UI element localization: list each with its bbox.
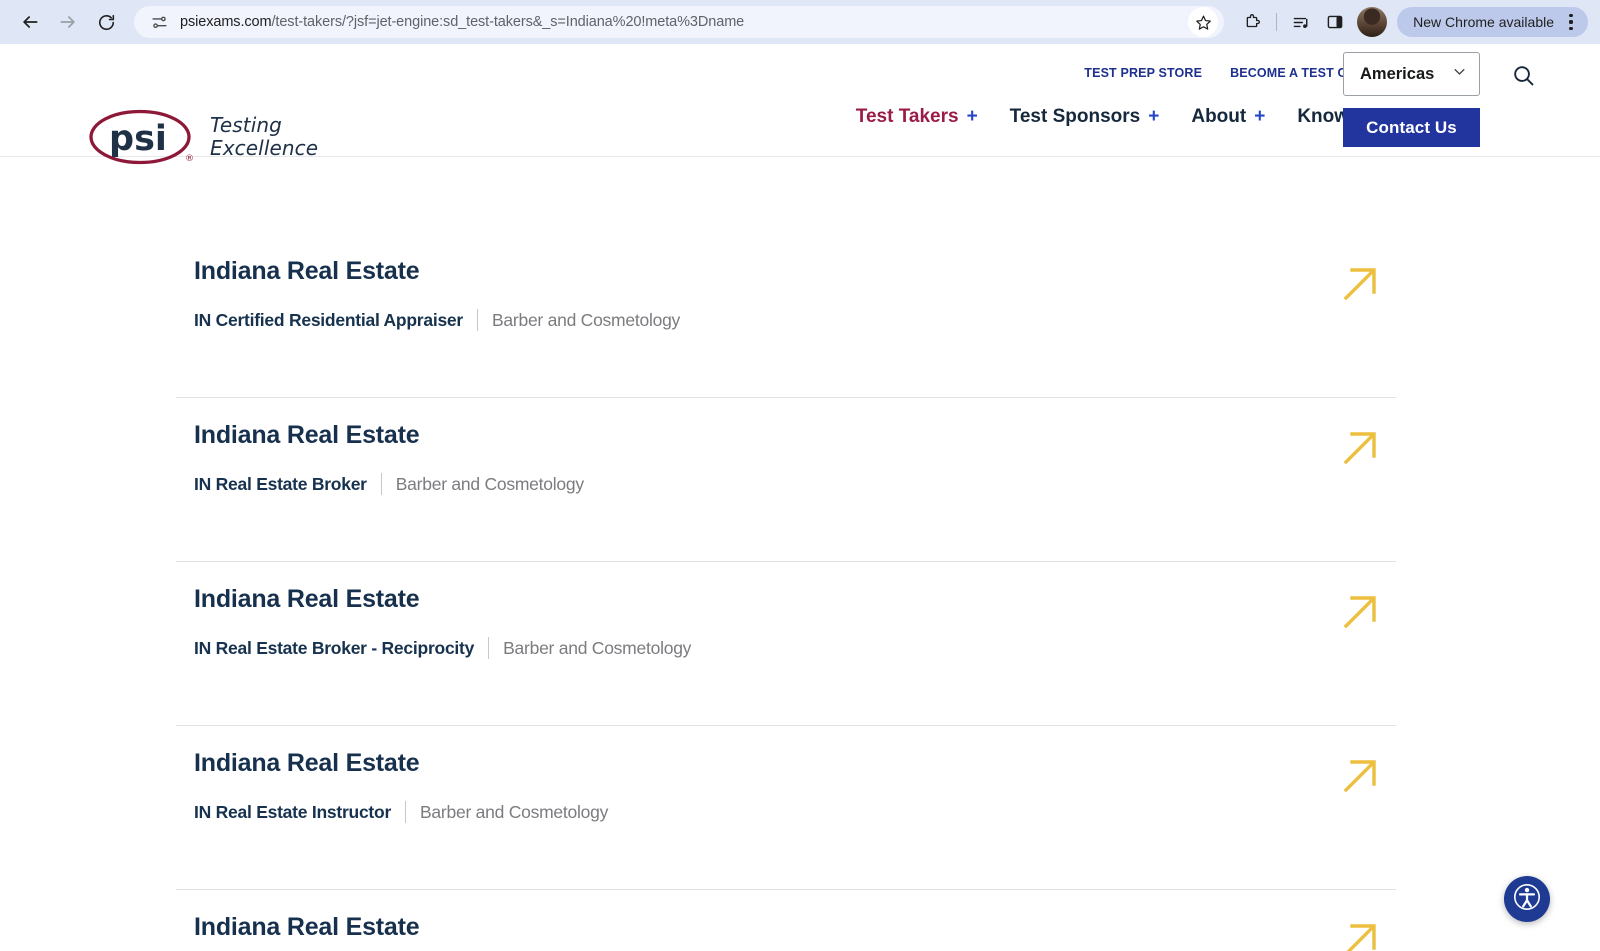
url-path: /test-takers/?jsf=jet-engine:sd_test-tak… [271,14,744,30]
search-icon[interactable] [1506,58,1540,92]
result-row[interactable]: Indiana Real Estate IN Real Estate Instr… [176,726,1396,890]
psi-logo-mark: psi ® [86,106,196,168]
site-header: psi ® Testing Excellence TEST PREP STORE… [0,44,1600,157]
psi-logo[interactable]: psi ® Testing Excellence [86,106,318,168]
result-title: Indiana Real Estate [194,256,1396,287]
profile-avatar[interactable] [1357,7,1387,37]
url-text: psiexams.com/test-takers/?jsf=jet-engine… [180,14,1184,30]
nav-item-test-sponsors[interactable]: Test Sponsors + [1010,106,1160,128]
chrome-update-label: New Chrome available [1413,14,1554,30]
result-title: Indiana Real Estate [194,420,1396,451]
svg-text:®: ® [185,154,194,164]
result-exam-name: IN Certified Residential Appraiser [194,310,463,331]
result-title: Indiana Real Estate [194,584,1396,615]
nav-plus-icon: + [967,106,978,128]
result-category: Barber and Cosmetology [492,310,680,331]
utility-link-test-prep-store[interactable]: TEST PREP STORE [1084,66,1202,80]
meta-divider [477,309,478,331]
result-meta: IN Real Estate Broker Barber and Cosmeto… [194,473,1396,495]
logo-tagline-line1: Testing [210,113,282,137]
forward-button[interactable] [50,4,86,40]
chrome-update-pill[interactable]: New Chrome available [1397,7,1588,37]
avatar-image [1357,7,1387,37]
test-taker-results-list: Indiana Real Estate IN Certified Residen… [176,234,1396,951]
result-category: Barber and Cosmetology [396,474,584,495]
meta-divider [488,637,489,659]
result-row[interactable]: Indiana Real Estate Broker and Appraiser… [176,890,1396,951]
accessibility-widget-button[interactable] [1504,876,1550,922]
open-link-arrow-icon[interactable] [1338,590,1382,634]
address-bar[interactable]: psiexams.com/test-takers/?jsf=jet-engine… [134,6,1224,38]
nav-plus-icon: + [1254,106,1265,128]
result-row[interactable]: Indiana Real Estate IN Certified Residen… [176,234,1396,398]
open-link-arrow-icon[interactable] [1338,262,1382,306]
result-title: Indiana Real Estate [194,748,1396,779]
side-panel-icon[interactable] [1319,6,1351,38]
url-host: psiexams.com [180,14,271,30]
result-exam-name: IN Real Estate Broker [194,474,367,495]
meta-divider [405,801,406,823]
nav-label-test-takers: Test Takers [856,106,959,128]
accessibility-icon [1512,882,1542,917]
meta-divider [381,473,382,495]
extensions-icon[interactable] [1236,6,1268,38]
header-right-cluster: TEST PREP STORE BECOME A TEST CENTER CAR… [900,44,1600,157]
media-controls-icon[interactable] [1285,6,1317,38]
result-category: Barber and Cosmetology [503,638,691,659]
logo-tagline-line2: Excellence [210,136,318,160]
contact-us-button[interactable]: Contact Us [1343,108,1480,147]
open-link-arrow-icon[interactable] [1338,918,1382,951]
reload-button[interactable] [88,4,124,40]
nav-item-test-takers[interactable]: Test Takers + [856,106,978,128]
chevron-down-icon [1452,64,1467,84]
region-select-value: Americas [1360,65,1434,84]
back-button[interactable] [12,4,48,40]
nav-label-test-sponsors: Test Sponsors [1010,106,1141,128]
site-info-icon[interactable] [148,11,170,33]
result-row[interactable]: Indiana Real Estate IN Real Estate Broke… [176,398,1396,562]
open-link-arrow-icon[interactable] [1338,754,1382,798]
result-meta: IN Real Estate Broker - Reciprocity Barb… [194,637,1396,659]
browser-toolbar: psiexams.com/test-takers/?jsf=jet-engine… [0,0,1600,44]
nav-item-about[interactable]: About + [1191,106,1265,128]
svg-text:psi: psi [109,119,167,159]
nav-label-about: About [1191,106,1246,128]
bookmark-star-icon[interactable] [1188,7,1218,37]
psi-logo-tagline: Testing Excellence [210,114,318,160]
open-link-arrow-icon[interactable] [1338,426,1382,470]
toolbar-actions: New Chrome available [1236,6,1588,38]
result-category: Barber and Cosmetology [420,802,608,823]
result-exam-name: IN Real Estate Broker - Reciprocity [194,638,474,659]
region-select[interactable]: Americas [1343,52,1480,96]
page-content: psi ® Testing Excellence TEST PREP STORE… [0,44,1600,951]
result-meta: IN Real Estate Instructor Barber and Cos… [194,801,1396,823]
nav-plus-icon: + [1148,106,1159,128]
result-exam-name: IN Real Estate Instructor [194,802,391,823]
result-meta: IN Certified Residential Appraiser Barbe… [194,309,1396,331]
toolbar-divider [1276,13,1277,31]
result-row[interactable]: Indiana Real Estate IN Real Estate Broke… [176,562,1396,726]
result-title: Indiana Real Estate [194,912,1396,943]
chrome-menu-icon[interactable] [1560,9,1582,35]
